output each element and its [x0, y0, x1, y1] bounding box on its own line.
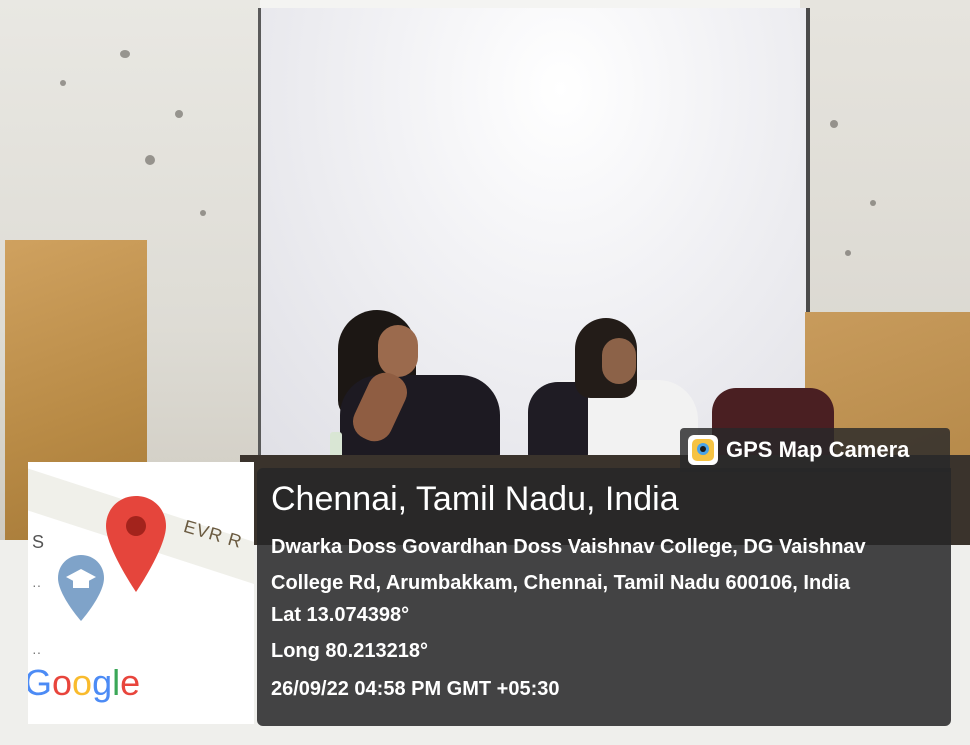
gps-map-camera-badge: GPS Map Camera [680, 428, 950, 472]
map-dots: ·· [32, 644, 42, 660]
google-logo-letter: o [72, 662, 93, 703]
google-logo-letter: G [28, 662, 53, 703]
google-logo-letter: e [120, 662, 141, 703]
timestamp: 26/09/22 04:58 PM GMT +05:30 [271, 678, 560, 700]
wall-stain [830, 120, 838, 128]
map-thumbnail: S EVR R ·· ·· Google [28, 462, 254, 724]
person-1-face [378, 325, 418, 377]
gps-camera-icon [688, 435, 718, 465]
address-line-2: College Rd, Arumbakkam, Chennai, Tamil N… [271, 572, 851, 594]
red-location-pin-icon [106, 496, 166, 592]
google-logo-letter: l [112, 662, 121, 703]
person-2-face [602, 338, 636, 384]
badge-label: GPS Map Camera [726, 437, 910, 462]
address-line-1: Dwarka Doss Govardhan Doss Vaishnav Coll… [271, 536, 866, 558]
wall-stain [60, 80, 66, 86]
wall-stain [870, 200, 876, 206]
wall-stain [120, 50, 130, 58]
education-pin-icon [58, 555, 104, 621]
google-logo-letter: g [92, 662, 113, 703]
google-logo-letter: o [52, 662, 73, 703]
google-logo: Google [28, 662, 140, 704]
map-dots: ·· [32, 577, 42, 593]
wall-stain [175, 110, 183, 118]
wall-stain [145, 155, 155, 165]
location-info-panel: Chennai, Tamil Nadu, India Dwarka Doss G… [257, 468, 951, 726]
wall-stain [200, 210, 206, 216]
location-title: Chennai, Tamil Nadu, India [271, 480, 679, 518]
wall-stain [845, 250, 851, 256]
latitude: Lat 13.074398° [271, 604, 410, 626]
longitude: Long 80.213218° [271, 640, 428, 662]
map-edge-letter: S [32, 532, 45, 552]
